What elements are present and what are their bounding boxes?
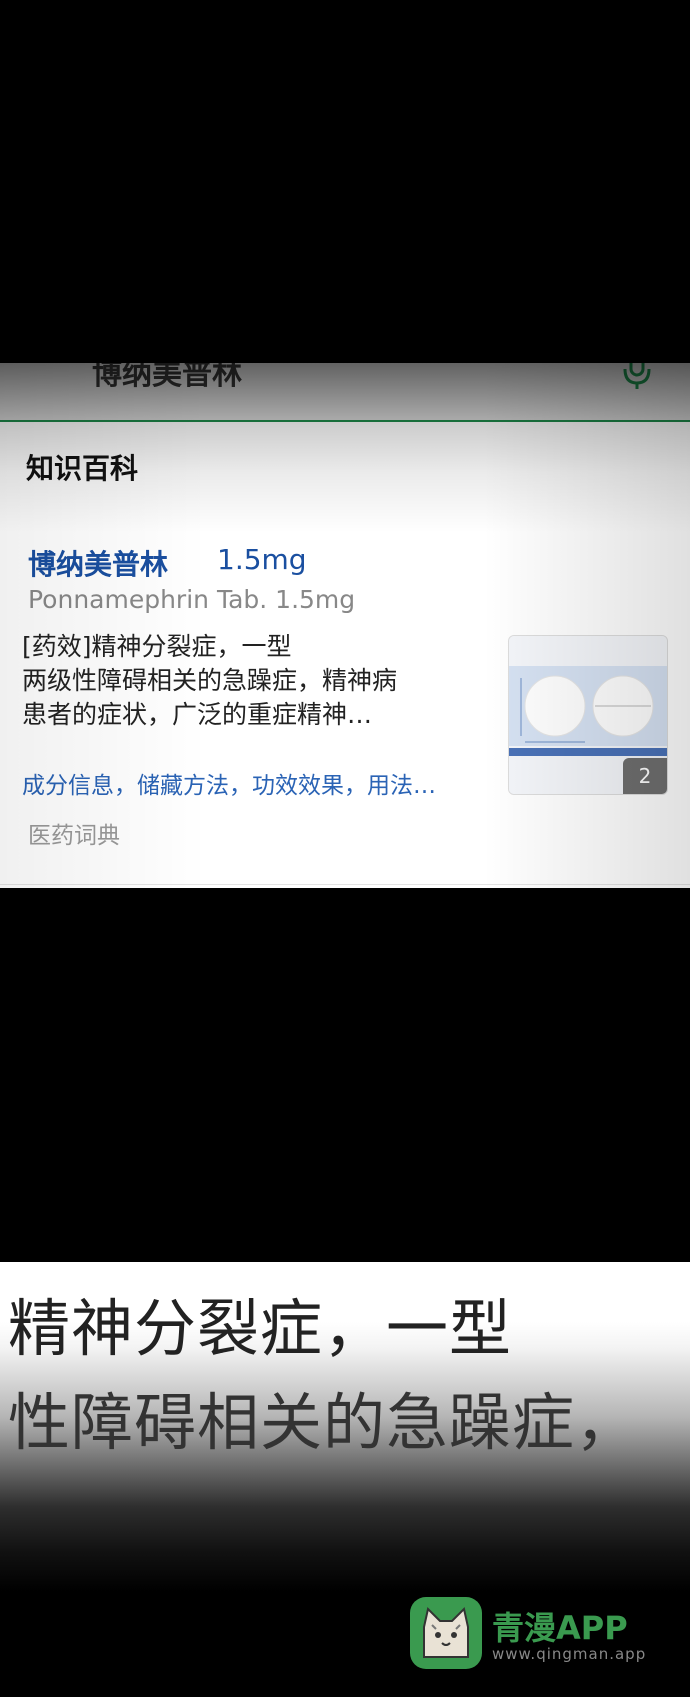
drug-english-name: Ponnamephrin Tab. 1.5mg — [28, 585, 356, 614]
description-line: 患者的症状，广泛的重症精神… — [22, 700, 373, 729]
drug-name-link[interactable]: 博纳美普林 — [28, 543, 168, 583]
detail-links[interactable]: 成分信息，储藏方法，功效效果，用法… — [22, 766, 436, 800]
microphone-icon[interactable] — [620, 363, 654, 389]
drug-dose[interactable]: 1.5mg — [217, 543, 307, 576]
description-line: 两级性障碍相关的急躁症，精神病 — [22, 666, 398, 695]
divider — [0, 884, 690, 885]
pill-image-thumbnail[interactable]: 2 — [508, 635, 668, 795]
caption-line-2: 性障碍相关的急躁症， — [8, 1386, 639, 1459]
source-label: 医药词典 — [28, 823, 120, 849]
search-underline — [0, 420, 690, 422]
watermark-title: 青漫APP — [492, 1609, 628, 1647]
cat-logo-icon — [410, 1597, 482, 1669]
search-query: 博纳美普林 — [92, 363, 242, 390]
description-line: [药效]精神分裂症，一型 — [22, 632, 292, 661]
search-bar[interactable]: 博纳美普林 — [0, 363, 690, 420]
search-result-panel: 博纳美普林 知识百科 博纳美普林 1.5mg Ponnamephrin Tab.… — [0, 363, 690, 888]
vignette-overlay — [0, 363, 690, 888]
caption-line-1: 精神分裂症，一型 — [8, 1292, 513, 1365]
section-title: 知识百科 — [26, 452, 139, 485]
watermark: 青漫APP www.qingman.app — [410, 1597, 650, 1669]
watermark-url: www.qingman.app — [492, 1645, 647, 1663]
drug-description: [药效]精神分裂症，一型 两级性障碍相关的急躁症，精神病 患者的症状，广泛的重症… — [22, 630, 498, 732]
image-count-badge: 2 — [623, 758, 667, 794]
